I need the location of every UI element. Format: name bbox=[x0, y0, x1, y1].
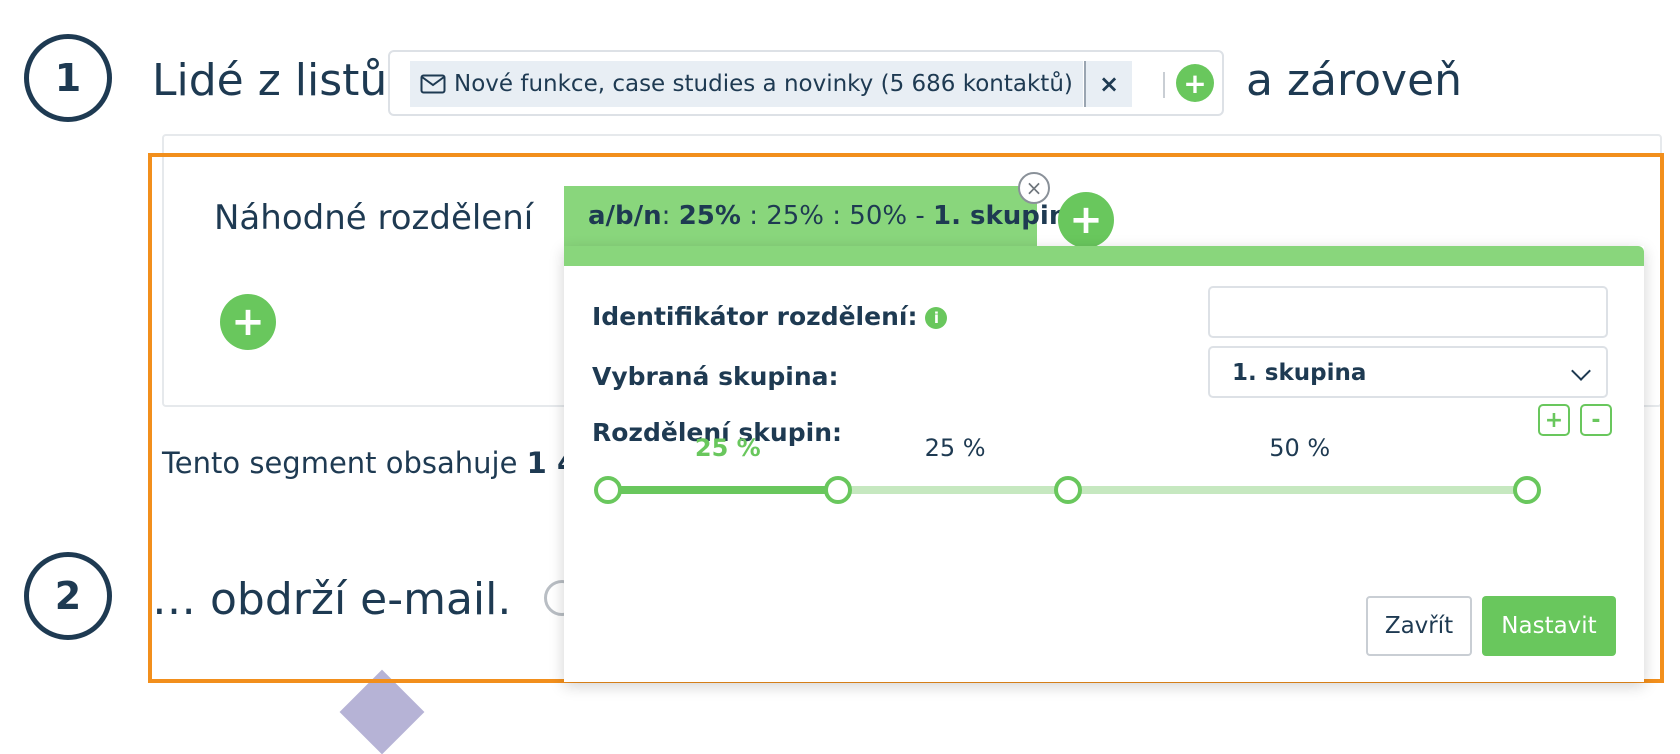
group-split-slider[interactable]: 25 % 25 % 50 % bbox=[564, 246, 1644, 546]
tab-close-button[interactable]: × bbox=[1018, 172, 1050, 204]
split-settings-popup: Identifikátor rozdělení: i Vybraná skupin… bbox=[564, 246, 1644, 682]
segment-summary-prefix: Tento segment obsahuje bbox=[162, 446, 518, 480]
add-condition-button[interactable]: + bbox=[220, 294, 276, 350]
plus-icon: + bbox=[1183, 66, 1207, 100]
slider-segment bbox=[837, 486, 1068, 494]
slider-segment bbox=[608, 486, 838, 494]
close-icon: × bbox=[1098, 70, 1120, 98]
tab-prefix: a/b/n bbox=[588, 201, 662, 231]
step-2-badge: 2 bbox=[24, 552, 112, 640]
slider-label: 50 % bbox=[1269, 434, 1331, 462]
step-1-badge: 1 bbox=[24, 34, 112, 122]
close-button[interactable]: Zavřít bbox=[1366, 596, 1472, 656]
segment-title: Náhodné rozdělení bbox=[214, 198, 534, 238]
step-2-number: 2 bbox=[54, 574, 82, 618]
close-icon: × bbox=[1025, 176, 1043, 200]
slider-handle[interactable] bbox=[823, 476, 852, 504]
remove-list-button[interactable]: × bbox=[1086, 61, 1132, 107]
slider-handle[interactable] bbox=[1053, 476, 1082, 504]
tab-sep: : bbox=[661, 201, 671, 231]
list-selector[interactable]: Nové funkce, case studies a novinky (5 6… bbox=[388, 50, 1224, 116]
list-chip-label: Nové funkce, case studies a novinky (5 6… bbox=[454, 71, 1073, 97]
list-chip: Nové funkce, case studies a novinky (5 6… bbox=[410, 61, 1083, 107]
ab-split-tab[interactable]: a/b/n: 25% : 25% : 50% - 1. skupina bbox=[564, 186, 1085, 246]
plus-icon: + bbox=[1069, 197, 1103, 243]
slider-segment bbox=[1067, 486, 1527, 494]
tab-rest: : 25% : 50% - bbox=[749, 201, 925, 231]
add-list-button[interactable]: + bbox=[1176, 64, 1214, 102]
slider-handle[interactable] bbox=[594, 476, 622, 504]
slider-label: 25 % bbox=[694, 434, 761, 462]
step-2-text: … obdrží e-mail. bbox=[152, 574, 512, 625]
slider-handle[interactable] bbox=[1513, 476, 1541, 504]
step-1-prefix: Lidé z listů bbox=[152, 55, 388, 106]
plus-icon: + bbox=[231, 299, 265, 345]
envelope-icon bbox=[420, 74, 446, 94]
decorative-shape bbox=[339, 669, 425, 754]
segment-summary: Tento segment obsahuje 1 42 bbox=[162, 446, 597, 480]
set-button[interactable]: Nastavit bbox=[1482, 596, 1616, 656]
step-1-suffix: a zároveň bbox=[1246, 55, 1463, 106]
step-1-number: 1 bbox=[54, 56, 82, 100]
add-split-button[interactable]: + bbox=[1058, 192, 1114, 248]
list-divider bbox=[1163, 72, 1165, 98]
slider-label: 25 % bbox=[924, 434, 986, 462]
tab-active-pct: 25% bbox=[678, 201, 741, 231]
